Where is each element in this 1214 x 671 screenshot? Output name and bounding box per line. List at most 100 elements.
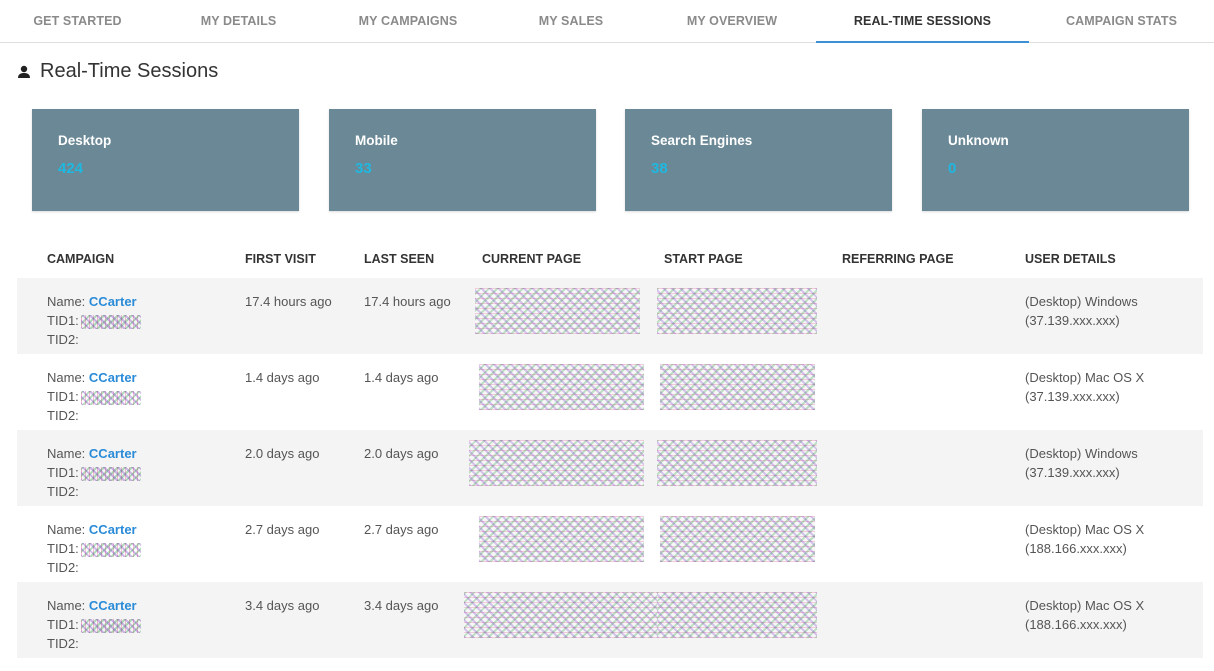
column-header-first-visit[interactable]: FIRST VISIT — [245, 252, 316, 266]
tab-real-time-sessions[interactable]: REAL-TIME SESSIONS — [816, 0, 1029, 43]
redacted-current-page — [475, 288, 640, 334]
user-ip: (37.139.xxx.xxx) — [1025, 389, 1120, 404]
tab-my-campaigns[interactable]: MY CAMPAIGNS — [322, 0, 494, 42]
user-details-cell: (Desktop) Mac OS X (37.139.xxx.xxx) — [1025, 368, 1144, 406]
redacted-current-page — [479, 364, 644, 410]
redacted-tid1 — [80, 390, 141, 405]
table-row: Name: CCarter TID1: TID2: 17.4 hours ago 17.… — [17, 278, 1203, 354]
redacted-tid1 — [80, 466, 141, 481]
user-device: (Desktop) Mac OS X — [1025, 522, 1145, 537]
tid1-label: TID1: — [47, 313, 79, 328]
user-device: (Desktop) Windows — [1025, 294, 1138, 309]
tid1-label: TID1: — [47, 541, 79, 556]
name-label: Name: — [47, 294, 86, 309]
column-header-referring-page[interactable]: REFERRING PAGE — [842, 252, 954, 266]
person-icon — [16, 64, 32, 80]
first-visit-cell: 2.0 days ago — [245, 446, 320, 461]
redacted-current-page — [469, 440, 644, 486]
table-header: CAMPAIGN FIRST VISIT LAST SEEN CURRENT P… — [17, 242, 1203, 278]
tid1-label: TID1: — [47, 465, 79, 480]
user-device: (Desktop) Mac OS X — [1025, 370, 1145, 385]
stat-value: 0 — [948, 160, 957, 177]
name-label: Name: — [47, 370, 86, 385]
user-ip: (37.139.xxx.xxx) — [1025, 465, 1120, 480]
tab-campaign-stats[interactable]: CAMPAIGN STATS — [1029, 0, 1214, 42]
redacted-tid1 — [80, 314, 141, 329]
user-ip: (188.166.xxx.xxx) — [1025, 541, 1127, 556]
page-title: Real-Time Sessions — [40, 60, 219, 82]
last-seen-cell: 2.0 days ago — [364, 446, 439, 461]
tid2-label: TID2: — [47, 560, 79, 575]
campaign-cell: Name: CCarter TID1: TID2: — [47, 596, 141, 653]
campaign-cell: Name: CCarter TID1: TID2: — [47, 368, 141, 425]
first-visit-cell: 3.4 days ago — [245, 598, 320, 613]
stat-value: 424 — [58, 160, 84, 177]
user-ip: (188.166.xxx.xxx) — [1025, 617, 1127, 632]
name-label: Name: — [47, 446, 86, 461]
column-header-start-page[interactable]: START PAGE — [664, 252, 743, 266]
first-visit-cell: 17.4 hours ago — [245, 294, 332, 309]
tab-my-overview[interactable]: MY OVERVIEW — [648, 0, 816, 42]
name-label: Name: — [47, 522, 86, 537]
last-seen-cell: 3.4 days ago — [364, 598, 439, 613]
last-seen-cell: 17.4 hours ago — [364, 294, 451, 309]
tab-my-details[interactable]: MY DETAILS — [155, 0, 322, 42]
redacted-tid1 — [80, 618, 141, 633]
column-header-current-page[interactable]: CURRENT PAGE — [482, 252, 581, 266]
first-visit-cell: 1.4 days ago — [245, 370, 320, 385]
tab-get-started[interactable]: GET STARTED — [0, 0, 155, 42]
column-header-campaign[interactable]: CAMPAIGN — [47, 252, 114, 266]
tid2-label: TID2: — [47, 484, 79, 499]
user-details-cell: (Desktop) Mac OS X (188.166.xxx.xxx) — [1025, 596, 1144, 634]
stat-card-unknown: Unknown 0 — [922, 109, 1189, 211]
redacted-start-page — [660, 516, 815, 562]
tid2-label: TID2: — [47, 408, 79, 423]
redacted-current-page — [479, 516, 644, 562]
tid2-label: TID2: — [47, 332, 79, 347]
redacted-start-page — [657, 288, 817, 334]
redacted-tid1 — [80, 542, 141, 557]
table-row: Name: CCarter TID1: TID2: 3.4 days ago 3.4 d… — [17, 582, 1203, 658]
campaign-name-link[interactable]: CCarter — [89, 294, 137, 309]
column-header-last-seen[interactable]: LAST SEEN — [364, 252, 434, 266]
tid1-label: TID1: — [47, 617, 79, 632]
tid2-label: TID2: — [47, 636, 79, 651]
redacted-start-page — [660, 364, 815, 410]
stat-label: Search Engines — [651, 133, 753, 148]
last-seen-cell: 2.7 days ago — [364, 522, 439, 537]
user-details-cell: (Desktop) Windows (37.139.xxx.xxx) — [1025, 444, 1138, 482]
stat-label: Unknown — [948, 133, 1009, 148]
tab-my-sales[interactable]: MY SALES — [494, 0, 648, 42]
redacted-current-page — [464, 592, 659, 638]
user-device: (Desktop) Windows — [1025, 446, 1138, 461]
stat-card-mobile: Mobile 33 — [329, 109, 596, 211]
campaign-name-link[interactable]: CCarter — [89, 598, 137, 613]
stat-value: 38 — [651, 160, 668, 177]
user-details-cell: (Desktop) Windows (37.139.xxx.xxx) — [1025, 292, 1138, 330]
stat-value: 33 — [355, 160, 372, 177]
campaign-cell: Name: CCarter TID1: TID2: — [47, 292, 141, 349]
user-details-cell: (Desktop) Mac OS X (188.166.xxx.xxx) — [1025, 520, 1144, 558]
name-label: Name: — [47, 598, 86, 613]
campaign-cell: Name: CCarter TID1: TID2: — [47, 520, 141, 577]
first-visit-cell: 2.7 days ago — [245, 522, 320, 537]
column-header-user-details[interactable]: USER DETAILS — [1025, 252, 1116, 266]
tab-bar: GET STARTED MY DETAILS MY CAMPAIGNS MY S… — [0, 0, 1214, 43]
table-body: Name: CCarter TID1: TID2: 17.4 hours ago 17.… — [17, 278, 1203, 658]
redacted-start-page — [657, 592, 817, 638]
tid1-label: TID1: — [47, 389, 79, 404]
campaign-name-link[interactable]: CCarter — [89, 370, 137, 385]
stat-card-search-engines: Search Engines 38 — [625, 109, 892, 211]
stat-label: Desktop — [58, 133, 112, 148]
campaign-cell: Name: CCarter TID1: TID2: — [47, 444, 141, 501]
user-device: (Desktop) Mac OS X — [1025, 598, 1145, 613]
user-ip: (37.139.xxx.xxx) — [1025, 313, 1120, 328]
last-seen-cell: 1.4 days ago — [364, 370, 439, 385]
stat-label: Mobile — [355, 133, 398, 148]
stat-card-desktop: Desktop 424 — [32, 109, 299, 211]
table-row: Name: CCarter TID1: TID2: 2.7 days ago 2.7 d… — [17, 506, 1203, 582]
campaign-name-link[interactable]: CCarter — [89, 446, 137, 461]
campaign-name-link[interactable]: CCarter — [89, 522, 137, 537]
stat-cards: Desktop 424 Mobile 33 Search Engines 38 … — [32, 109, 1189, 211]
page-header: Real-Time Sessions — [16, 60, 218, 83]
